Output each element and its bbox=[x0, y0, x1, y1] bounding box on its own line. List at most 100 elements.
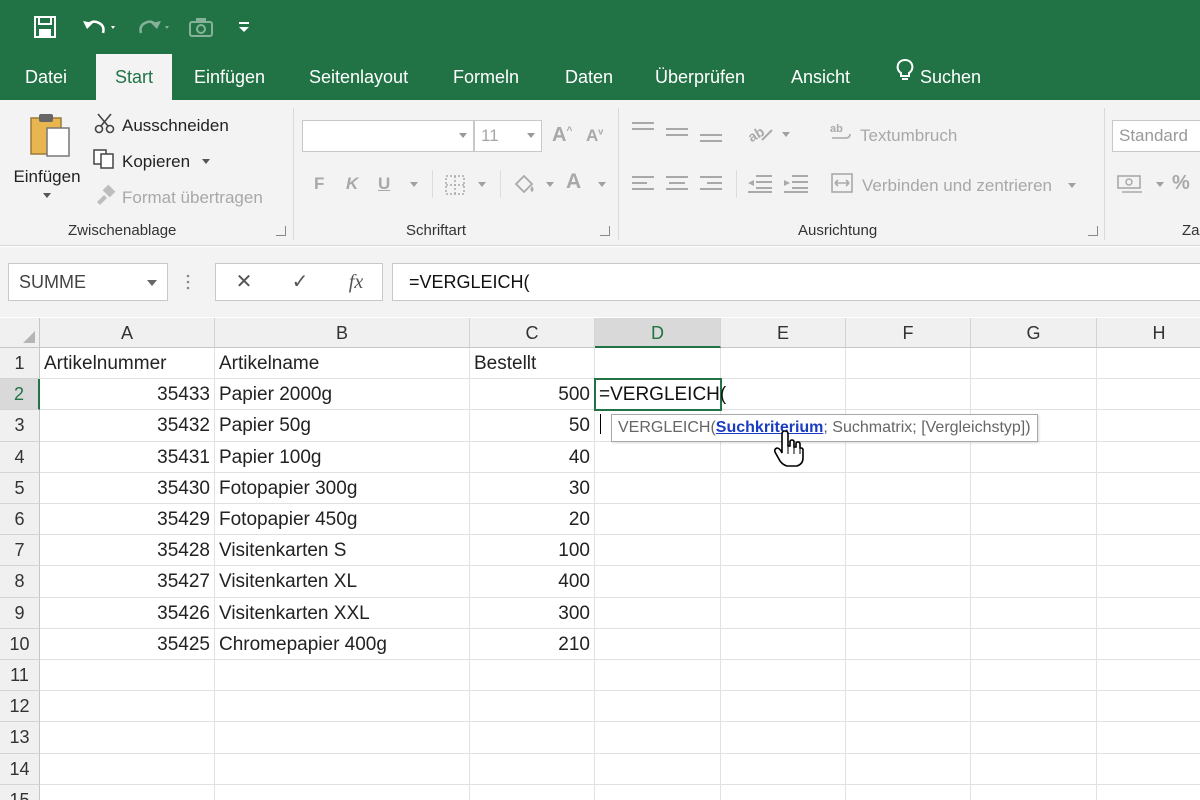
cell-g14[interactable] bbox=[971, 753, 1097, 785]
cell-d4[interactable] bbox=[595, 441, 721, 473]
column-header-b[interactable]: B bbox=[215, 318, 470, 348]
cell-c6[interactable]: 20 bbox=[470, 504, 595, 536]
currency-dropdown-icon[interactable] bbox=[1156, 182, 1164, 187]
cell-a15[interactable] bbox=[40, 784, 215, 800]
cell-h4[interactable] bbox=[1097, 442, 1200, 473]
shrink-font-icon[interactable]: Av bbox=[586, 126, 603, 146]
tab-datei[interactable]: Datei bbox=[25, 52, 67, 100]
cell-h11[interactable] bbox=[1097, 660, 1200, 692]
font-color-button[interactable]: A bbox=[566, 170, 581, 194]
cell-e12[interactable] bbox=[721, 691, 846, 723]
camera-icon[interactable] bbox=[186, 10, 216, 44]
cell-b14[interactable] bbox=[215, 753, 470, 785]
cell-d15[interactable] bbox=[595, 784, 721, 800]
cell-g7[interactable] bbox=[971, 535, 1097, 567]
cell-g6[interactable] bbox=[971, 504, 1097, 536]
column-header-c[interactable]: C bbox=[470, 318, 595, 348]
font-size-dropdown-icon[interactable] bbox=[527, 133, 535, 138]
cell-d1[interactable] bbox=[595, 348, 721, 380]
column-header-a[interactable]: A bbox=[40, 318, 215, 348]
cancel-icon[interactable]: ✕ bbox=[224, 264, 264, 300]
row-header[interactable]: 2 bbox=[0, 379, 40, 411]
row-header[interactable]: 15 bbox=[0, 784, 40, 800]
cell-b13[interactable] bbox=[215, 722, 470, 754]
row-header[interactable]: 13 bbox=[0, 722, 40, 754]
cell-f4[interactable] bbox=[846, 441, 971, 473]
cell-b1[interactable]: Artikelname bbox=[215, 348, 470, 380]
underline-button[interactable]: U bbox=[378, 174, 390, 194]
cell-c11[interactable] bbox=[470, 660, 595, 692]
insert-function-icon[interactable]: fx bbox=[336, 264, 376, 300]
cut-button[interactable]: Ausschneiden bbox=[94, 112, 229, 139]
cell-b7[interactable]: Visitenkarten S bbox=[215, 535, 470, 567]
cell-e1[interactable] bbox=[721, 348, 846, 380]
formula-input[interactable]: =VERGLEICH( bbox=[392, 263, 1200, 301]
cell-g13[interactable] bbox=[971, 722, 1097, 754]
cell-h2[interactable] bbox=[1097, 379, 1200, 411]
cell-f12[interactable] bbox=[846, 691, 971, 723]
row-header[interactable]: 9 bbox=[0, 597, 40, 629]
borders-dropdown-icon[interactable] bbox=[478, 182, 486, 187]
align-middle-icon[interactable] bbox=[666, 128, 688, 144]
cell-c12[interactable] bbox=[470, 691, 595, 723]
cell-d10[interactable] bbox=[595, 628, 721, 660]
column-header-e[interactable]: E bbox=[721, 318, 846, 348]
cell-h9[interactable] bbox=[1097, 598, 1200, 629]
save-icon[interactable] bbox=[30, 10, 60, 44]
cell-e5[interactable] bbox=[721, 472, 846, 504]
cell-g1[interactable] bbox=[971, 348, 1097, 380]
orientation-icon[interactable]: ab bbox=[745, 122, 776, 149]
cell-d11[interactable] bbox=[595, 660, 721, 692]
cell-d8[interactable] bbox=[595, 566, 721, 598]
cell-f1[interactable] bbox=[846, 348, 971, 380]
cell-h8[interactable] bbox=[1097, 566, 1200, 598]
align-center-icon[interactable] bbox=[666, 176, 688, 192]
tab-ueberpruefen[interactable]: Überprüfen bbox=[655, 52, 745, 100]
cell-f11[interactable] bbox=[846, 660, 971, 692]
cell-b12[interactable] bbox=[215, 691, 470, 723]
number-format-combo[interactable]: Standard bbox=[1112, 120, 1200, 152]
cell-h14[interactable] bbox=[1097, 754, 1200, 785]
cell-h13[interactable] bbox=[1097, 722, 1200, 754]
fill-color-dropdown-icon[interactable] bbox=[546, 182, 554, 187]
row-header[interactable]: 5 bbox=[0, 472, 40, 504]
cell-d13[interactable] bbox=[595, 722, 721, 754]
cell-d14[interactable] bbox=[595, 753, 721, 785]
cell-e13[interactable] bbox=[721, 722, 846, 754]
select-all-button[interactable] bbox=[0, 318, 40, 348]
cell-e10[interactable] bbox=[721, 628, 846, 660]
cell-h5[interactable] bbox=[1097, 473, 1200, 504]
cell-e7[interactable] bbox=[721, 535, 846, 567]
cell-a5[interactable]: 35430 bbox=[40, 472, 215, 504]
cell-c5[interactable]: 30 bbox=[470, 472, 595, 504]
tab-formeln[interactable]: Formeln bbox=[453, 52, 519, 100]
cell-c4[interactable]: 40 bbox=[470, 441, 595, 473]
cell-b9[interactable]: Visitenkarten XXL bbox=[215, 597, 470, 629]
cell-e14[interactable] bbox=[721, 753, 846, 785]
merge-center-button[interactable]: Verbinden und zentrieren bbox=[830, 172, 1076, 199]
percent-button[interactable]: % bbox=[1172, 172, 1190, 195]
cell-c14[interactable] bbox=[470, 753, 595, 785]
cell-f5[interactable] bbox=[846, 472, 971, 504]
column-header-f[interactable]: F bbox=[846, 318, 971, 348]
tab-daten[interactable]: Daten bbox=[565, 52, 613, 100]
cell-f13[interactable] bbox=[846, 722, 971, 754]
cell-f8[interactable] bbox=[846, 566, 971, 598]
cell-b2[interactable]: Papier 2000g bbox=[215, 379, 470, 411]
decrease-indent-icon[interactable] bbox=[746, 174, 774, 199]
cell-a9[interactable]: 35426 bbox=[40, 597, 215, 629]
grow-font-icon[interactable]: A^ bbox=[552, 124, 572, 147]
row-header[interactable]: 10 bbox=[0, 628, 40, 660]
cell-b8[interactable]: Visitenkarten XL bbox=[215, 566, 470, 598]
cell-h12[interactable] bbox=[1097, 691, 1200, 723]
cell-e6[interactable] bbox=[721, 504, 846, 536]
cell-c10[interactable]: 210 bbox=[470, 628, 595, 660]
active-cell-d2[interactable]: =VERGLEICH( bbox=[594, 378, 726, 435]
cell-a11[interactable] bbox=[40, 660, 215, 692]
tooltip-current-argument[interactable]: Suchkriterium bbox=[716, 419, 824, 436]
cell-a4[interactable]: 35431 bbox=[40, 441, 215, 473]
cell-c1[interactable]: Bestellt bbox=[470, 348, 595, 380]
tab-seitenlayout[interactable]: Seitenlayout bbox=[309, 52, 408, 100]
tell-me-search[interactable]: Suchen bbox=[896, 52, 981, 100]
cell-e15[interactable] bbox=[721, 784, 846, 800]
